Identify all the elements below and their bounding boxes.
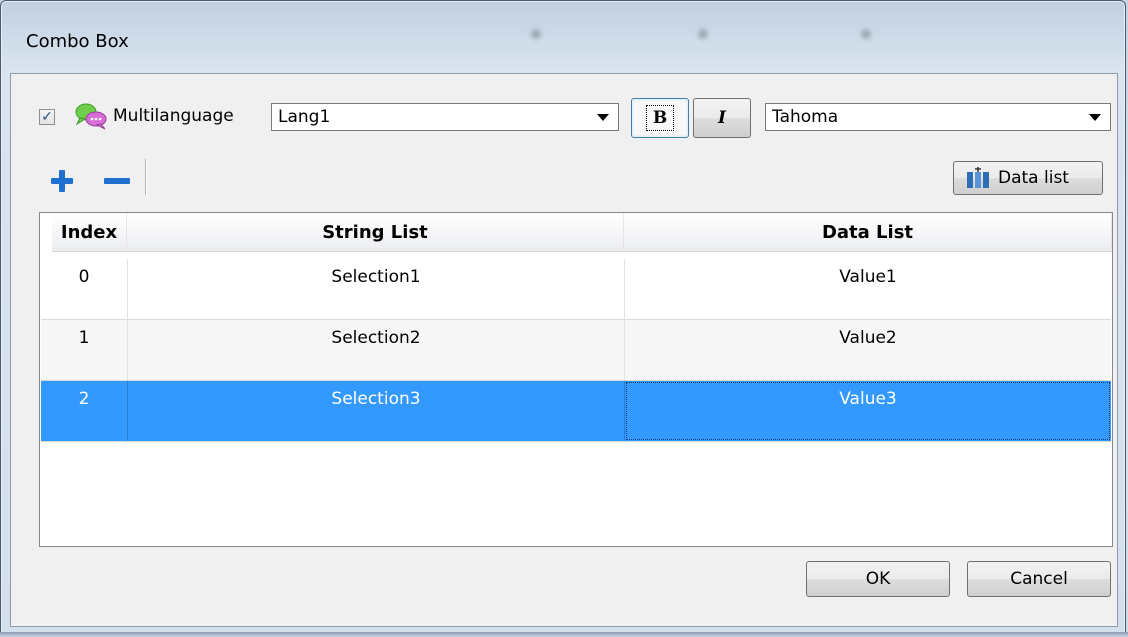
- data-list-cell[interactable]: Value1: [625, 259, 1111, 319]
- language-select[interactable]: Lang1: [271, 103, 619, 131]
- language-select-value: Lang1: [278, 107, 331, 127]
- combo-box-dialog: Combo Box ✓ Multilanguage Lang1 B I Taho: [0, 0, 1126, 634]
- index-cell[interactable]: 1: [41, 320, 128, 380]
- bold-button[interactable]: B: [631, 98, 689, 138]
- table-row-selected[interactable]: 2 Selection3 Value3: [41, 381, 1111, 442]
- data-list-icon: [967, 167, 989, 188]
- toolbar-separator: [145, 159, 147, 195]
- string-list-cell[interactable]: Selection2: [128, 320, 625, 380]
- ok-button-label: OK: [865, 569, 891, 589]
- title-bar[interactable]: Combo Box: [1, 1, 1125, 71]
- cancel-button-label: Cancel: [1010, 569, 1068, 589]
- table-row[interactable]: 0 Selection1 Value1: [41, 259, 1111, 320]
- string-list-cell[interactable]: Selection1: [128, 259, 625, 319]
- index-cell[interactable]: 0: [41, 259, 128, 319]
- blurred-background-dot: [531, 29, 541, 39]
- data-list-button-label: Data list: [998, 168, 1069, 188]
- dropdown-arrow-icon: [597, 114, 609, 121]
- string-data-table: Index String List Data List 0 Selection1…: [39, 212, 1113, 547]
- blurred-background-dot: [698, 29, 708, 39]
- bold-button-label: B: [645, 105, 675, 131]
- data-list-cell[interactable]: Value3: [625, 381, 1111, 441]
- data-list-cell[interactable]: Value2: [625, 320, 1111, 380]
- remove-row-icon[interactable]: [104, 178, 130, 184]
- string-list-cell[interactable]: Selection3: [128, 381, 625, 441]
- window-title: Combo Box: [26, 31, 129, 52]
- dialog-client-area: ✓ Multilanguage Lang1 B I Tahoma Data li…: [10, 73, 1118, 627]
- font-select-value: Tahoma: [772, 107, 839, 127]
- blurred-background-dot: [861, 29, 871, 39]
- index-cell[interactable]: 2: [41, 381, 128, 441]
- table-row[interactable]: 1 Selection2 Value2: [41, 320, 1111, 381]
- cancel-button[interactable]: Cancel: [967, 561, 1111, 597]
- window-bottom-edge: [0, 632, 1128, 637]
- italic-button[interactable]: I: [693, 98, 751, 138]
- multilanguage-checkbox[interactable]: ✓: [39, 109, 55, 125]
- ok-button[interactable]: OK: [806, 561, 950, 597]
- column-header-data-list[interactable]: Data List: [624, 213, 1112, 251]
- table-header: Index String List Data List: [52, 213, 1112, 252]
- add-row-icon[interactable]: [51, 170, 73, 192]
- font-select[interactable]: Tahoma: [765, 103, 1111, 131]
- data-list-button[interactable]: Data list: [953, 161, 1103, 195]
- column-header-index[interactable]: Index: [52, 213, 127, 251]
- dropdown-arrow-icon: [1089, 114, 1101, 121]
- checkmark-icon: ✓: [41, 109, 53, 125]
- multilanguage-label: Multilanguage: [113, 106, 234, 126]
- italic-button-label: I: [718, 108, 726, 128]
- speech-bubbles-icon: [75, 103, 107, 130]
- column-header-string-list[interactable]: String List: [127, 213, 624, 251]
